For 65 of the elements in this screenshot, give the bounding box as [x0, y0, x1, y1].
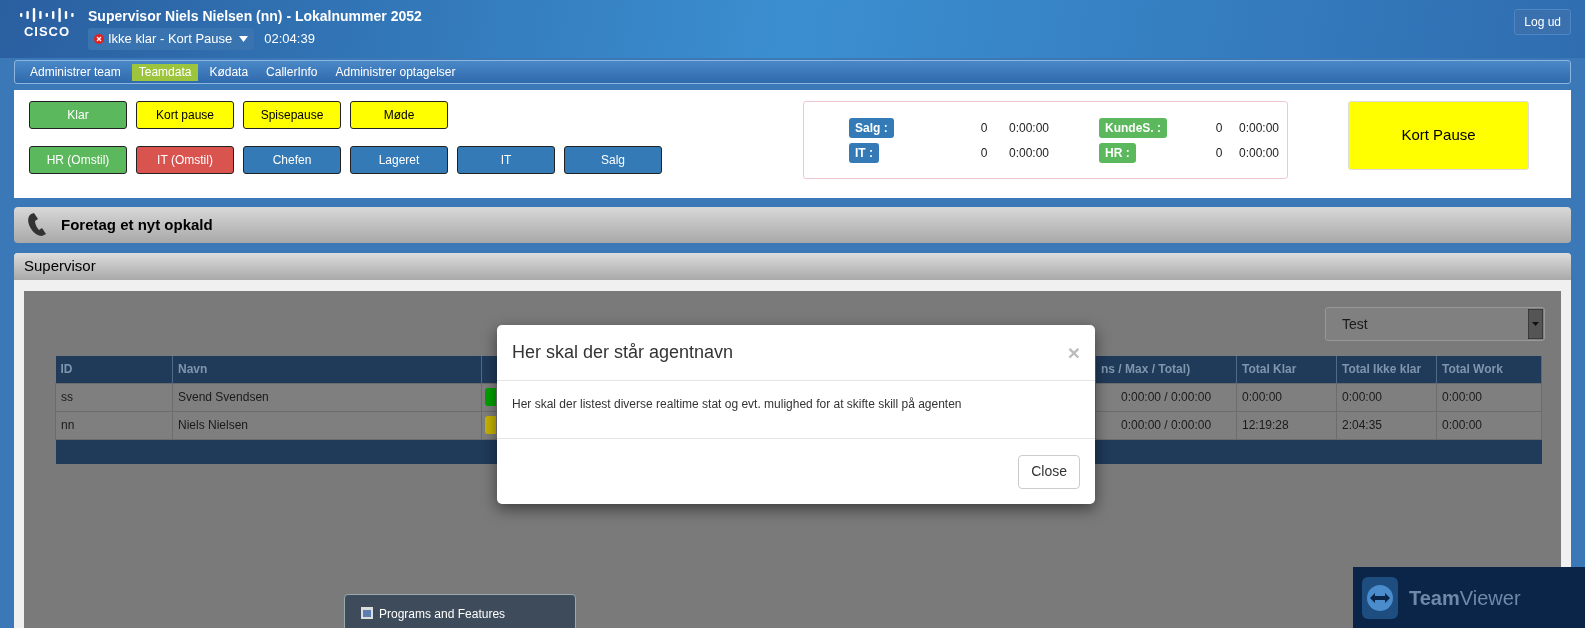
state-button[interactable]: HR (Omstil) — [29, 146, 127, 174]
state-button[interactable]: Lageret — [350, 146, 448, 174]
window-title: Supervisor Niels Nielsen (nn) - Lokalnummer 2052 — [88, 7, 422, 26]
status-dropdown[interactable]: Ikke klar - Kort Pause — [88, 28, 255, 50]
supervisor-title: Supervisor — [24, 256, 96, 277]
table-cell: 12:19:28 — [1236, 411, 1337, 439]
dropdown-icon — [1528, 309, 1543, 339]
nav-tab[interactable]: Kødata — [202, 63, 256, 81]
status-timer: 02:04:39 — [264, 30, 315, 49]
teamviewer-arrows-icon — [1361, 575, 1399, 620]
teamviewer-label: TeamViewer — [1409, 585, 1521, 611]
popup-label[interactable]: Programs and Features — [379, 607, 506, 621]
queue-label: IT : — [849, 142, 879, 163]
caret-icon — [239, 36, 249, 42]
nav-tab[interactable]: Administrer team — [23, 63, 128, 81]
queue-count: 0 — [1215, 119, 1223, 137]
window-icon — [361, 607, 373, 619]
queue-count: 0 — [980, 144, 988, 162]
column-header: Total Klar — [1242, 362, 1297, 377]
table-cell: 0:00:00 — [1436, 383, 1542, 411]
state-button[interactable]: Møde — [350, 101, 448, 129]
state-button[interactable]: Kort pause — [136, 101, 234, 129]
table-cell: 0:00:00 — [1336, 383, 1437, 411]
team-select[interactable]: Test — [1325, 307, 1545, 341]
table-cell: Niels Nielsen — [172, 411, 482, 439]
state-button[interactable]: Klar — [29, 101, 127, 129]
state-button[interactable]: Salg — [564, 146, 662, 174]
call-bar[interactable]: Foretag et nyt opkald — [14, 207, 1571, 243]
table-cell: 0:00:00 / 0:00:00 — [1095, 383, 1237, 411]
queue-count: 0 — [1215, 144, 1223, 162]
table-cell: 0:00:00 — [1436, 411, 1542, 439]
table-cell: Svend Svendsen — [172, 383, 482, 411]
column-header: Total Ikke klar — [1342, 362, 1422, 377]
cisco-bars-icon — [19, 6, 75, 24]
table-cell: 0:00:00 — [1236, 383, 1337, 411]
phone-icon — [27, 213, 49, 237]
queue-time: 0:00:00 — [1009, 144, 1050, 162]
state-button[interactable]: Chefen — [243, 146, 341, 174]
state-button[interactable]: IT — [457, 146, 555, 174]
queue-time: 0:00:00 — [1239, 119, 1280, 137]
column-header: Total Work — [1442, 362, 1503, 377]
call-bar-title: Foretag et nyt opkald — [61, 214, 213, 235]
nav-tab[interactable]: Administrer optagelser — [328, 63, 463, 81]
queue-time: 0:00:00 — [1239, 144, 1280, 162]
logout-button[interactable]: Log ud — [1514, 9, 1571, 35]
queue-label: Salg : — [849, 117, 894, 138]
current-state-panel: Kort Pause — [1348, 101, 1529, 170]
table-cell: 2:04:35 — [1336, 411, 1437, 439]
table-cell: ss — [55, 383, 173, 411]
state-button[interactable]: IT (Omstil) — [136, 146, 234, 174]
queue-label: KundeS. : — [1099, 117, 1167, 138]
column-header: Navn — [178, 362, 208, 377]
cisco-logo: CISCO — [23, 24, 71, 40]
queue-count: 0 — [980, 119, 988, 137]
modal-title: Her skal der står agentnavn — [512, 341, 734, 364]
queue-label: HR : — [1099, 142, 1136, 163]
column-header: ID — [60, 362, 73, 377]
close-button[interactable]: Close — [1018, 454, 1080, 489]
modal-body-text: Her skal der listest diverse realtime stat og evt. mulighed for at skifte skill på agenten — [512, 396, 963, 413]
column-header: ns / Max / Total) — [1101, 362, 1191, 377]
nav-tab[interactable]: CallerInfo — [259, 63, 325, 81]
table-cell: nn — [55, 411, 173, 439]
not-ready-icon — [94, 34, 104, 44]
queue-time: 0:00:00 — [1009, 119, 1050, 137]
state-button[interactable]: Spisepause — [243, 101, 341, 129]
